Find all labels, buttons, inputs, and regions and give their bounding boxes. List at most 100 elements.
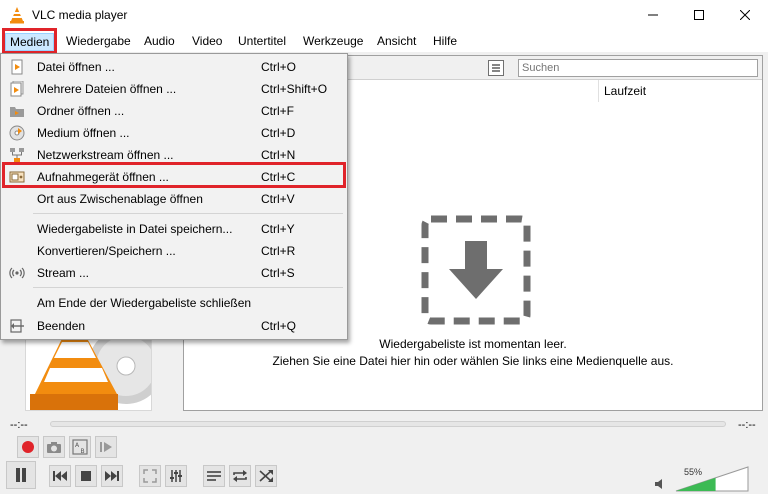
menu-untertitel[interactable]: Untertitel [234, 33, 290, 51]
playlist-search-input[interactable] [518, 59, 758, 77]
playlist-toggle-button[interactable] [203, 465, 225, 487]
window-title: VLC media player [32, 8, 128, 22]
menu-audio[interactable]: Audio [140, 33, 179, 51]
vlc-cone-disc-art [30, 334, 151, 410]
extended-settings-button[interactable] [165, 465, 187, 487]
menu-werkzeuge[interactable]: Werkzeuge [299, 33, 367, 51]
frame-step-button[interactable] [95, 436, 117, 458]
snapshot-button[interactable] [43, 436, 65, 458]
menu-item-shortcut: Ctrl+Q [261, 319, 297, 333]
menu-item-shortcut: Ctrl+R [261, 244, 296, 258]
minimize-icon [648, 14, 658, 16]
disc-icon [9, 125, 25, 141]
menu-item-stream[interactable]: Stream ... Ctrl+S [1, 262, 347, 284]
menu-item-open-disc[interactable]: Medium öffnen ... Ctrl+D [1, 122, 347, 144]
menu-item-label: Am Ende der Wiedergabeliste schließen [37, 296, 252, 310]
maximize-icon [694, 10, 704, 20]
play-pause-button[interactable] [6, 461, 36, 489]
menu-item-quit[interactable]: Beenden Ctrl+Q [1, 315, 347, 337]
files-play-icon [10, 81, 24, 97]
highlight-box-medien [2, 28, 57, 54]
highlight-box-capture-device [2, 162, 346, 188]
cover-art [25, 333, 152, 411]
folder-icon [10, 107, 24, 117]
menu-ansicht[interactable]: Ansicht [373, 33, 420, 51]
skip-back-icon [53, 471, 67, 481]
time-total: --:-- [738, 419, 756, 431]
list-view-icon [492, 64, 500, 72]
shuffle-icon [259, 470, 273, 482]
previous-button[interactable] [49, 465, 71, 487]
seek-slider[interactable] [50, 421, 726, 427]
playlist-icon [207, 471, 221, 481]
speaker-icon[interactable] [655, 478, 667, 490]
menu-item-shortcut: Ctrl+S [261, 266, 295, 280]
menu-item-label: Datei öffnen ... [37, 60, 115, 74]
stop-button[interactable] [75, 465, 97, 487]
camera-icon [47, 442, 61, 453]
volume-slider[interactable] [675, 466, 750, 492]
menu-separator [33, 213, 343, 214]
menu-item-label: Mehrere Dateien öffnen ... [37, 82, 177, 96]
menu-item-label: Medium öffnen ... [37, 126, 130, 140]
menu-item-label: Wiedergabeliste in Datei speichern... [37, 222, 233, 236]
seek-row: --:-- --:-- [0, 414, 768, 434]
menu-item-label: Ort aus Zwischenablage öffnen [37, 192, 203, 206]
skip-forward-icon [105, 471, 119, 481]
loop-ab-button[interactable]: AB [69, 436, 91, 458]
column-duration-header[interactable]: Laufzeit [604, 84, 646, 98]
menu-item-open-folder[interactable]: Ordner öffnen ... Ctrl+F [1, 100, 347, 122]
vlc-cone-icon [10, 7, 24, 24]
record-icon [22, 441, 34, 453]
menu-item-open-file[interactable]: Datei öffnen ... Ctrl+O [1, 56, 347, 78]
menu-item-label: Stream ... [37, 266, 90, 280]
maximize-button[interactable] [676, 0, 722, 30]
menu-wiedergabe[interactable]: Wiedergabe [62, 33, 135, 51]
menu-item-convert-save[interactable]: Konvertieren/Speichern ... Ctrl+R [1, 240, 347, 262]
menu-item-label: Konvertieren/Speichern ... [37, 244, 176, 258]
menu-separator [33, 287, 343, 288]
network-icon [10, 148, 24, 162]
shuffle-button[interactable] [255, 465, 277, 487]
file-play-icon [11, 59, 23, 75]
column-separator [598, 80, 599, 102]
loop-ab-icon: AB [72, 439, 88, 455]
menu-item-label: Ordner öffnen ... [37, 104, 125, 118]
menu-item-label: Netzwerkstream öffnen ... [37, 148, 174, 162]
menu-item-shortcut: Ctrl+D [261, 126, 296, 140]
fullscreen-button[interactable] [139, 465, 161, 487]
menu-item-label: Beenden [37, 319, 86, 333]
loop-button[interactable] [229, 465, 251, 487]
drop-here-icon [421, 215, 531, 325]
time-elapsed: --:-- [10, 419, 28, 431]
stream-icon [9, 267, 25, 279]
menu-item-shortcut: Ctrl+Shift+O [261, 82, 328, 96]
frame-step-icon [100, 442, 112, 452]
menu-item-shortcut: Ctrl+N [261, 148, 296, 162]
close-button[interactable] [722, 0, 768, 30]
svg-text:B: B [81, 448, 85, 455]
menu-item-open-multiple[interactable]: Mehrere Dateien öffnen ... Ctrl+Shift+O [1, 78, 347, 100]
svg-text:A: A [75, 442, 80, 449]
menu-item-save-playlist[interactable]: Wiedergabeliste in Datei speichern... Ct… [1, 218, 347, 240]
equalizer-icon [170, 470, 182, 482]
pause-icon [16, 468, 26, 482]
exit-icon [10, 319, 24, 333]
close-icon [740, 10, 750, 20]
menu-item-close-at-end[interactable]: Am Ende der Wiedergabeliste schließen [1, 292, 347, 314]
menu-item-open-clipboard[interactable]: Ort aus Zwischenablage öffnen Ctrl+V [1, 188, 347, 210]
repeat-icon [233, 470, 247, 482]
menu-hilfe[interactable]: Hilfe [429, 33, 461, 51]
next-button[interactable] [101, 465, 123, 487]
fullscreen-icon [143, 469, 157, 483]
minimize-button[interactable] [630, 0, 676, 30]
playlist-view-button[interactable] [488, 60, 504, 76]
menu-item-shortcut: Ctrl+Y [261, 222, 295, 236]
title-bar: VLC media player [0, 0, 768, 30]
menu-video[interactable]: Video [188, 33, 226, 51]
empty-playlist-hint: Ziehen Sie eine Datei hier hin oder wähl… [272, 354, 674, 368]
stop-icon [81, 471, 91, 481]
record-button[interactable] [17, 436, 39, 458]
menu-item-shortcut: Ctrl+O [261, 60, 297, 74]
menu-item-shortcut: Ctrl+V [261, 192, 295, 206]
